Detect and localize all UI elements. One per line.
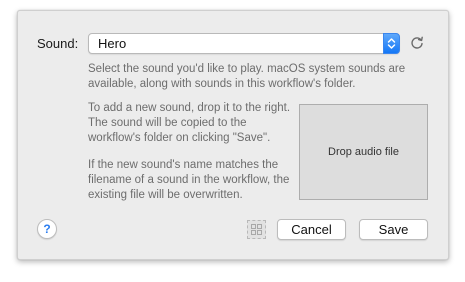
help-button[interactable]: ?: [37, 219, 57, 239]
overwrite-description: If the new sound's name matches the file…: [88, 159, 290, 201]
audio-drop-zone[interactable]: Drop audio file: [299, 104, 428, 200]
refresh-icon[interactable]: [409, 35, 425, 51]
sound-dialog: Sound: Hero Select the sound you'd like …: [17, 10, 449, 260]
add-sound-description: To add a new sound, drop it to the right…: [88, 102, 291, 144]
sound-select-value: Hero: [98, 36, 127, 51]
save-button[interactable]: Save: [359, 219, 428, 240]
sound-select[interactable]: Hero: [88, 33, 400, 54]
intro-description: Select the sound you'd like to play. mac…: [88, 63, 406, 90]
chevron-up-down-icon[interactable]: [383, 33, 400, 54]
drop-zone-label: Drop audio file: [328, 146, 399, 158]
cancel-button[interactable]: Cancel: [277, 219, 346, 240]
grid-icon[interactable]: [247, 220, 266, 239]
sound-label: Sound:: [37, 36, 79, 51]
